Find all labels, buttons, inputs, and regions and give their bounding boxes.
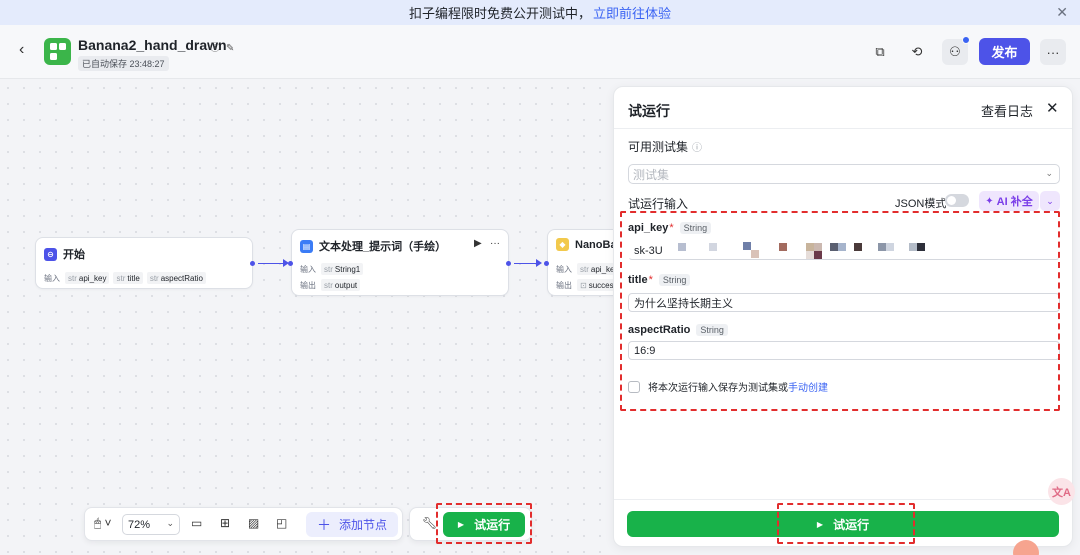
minimap-icon[interactable]: ◰ <box>276 516 287 530</box>
play-icon: ▶ <box>457 520 465 529</box>
edge-start-text <box>258 263 284 264</box>
run-input-label: 试运行输入 <box>628 197 689 211</box>
param-tag: str String1 <box>321 263 364 275</box>
edge-text-nano <box>514 263 536 264</box>
testset-placeholder: 测试集 <box>633 167 670 182</box>
mouse-mode-icon[interactable]: 🖱︎ ˅ <box>94 516 112 531</box>
save-testset-text: 将本次运行输入保存为测试集或 <box>648 383 788 394</box>
text-process-node[interactable]: ▤ 文本处理_提示词（手绘） ▶ ··· 输入 str String1 输出 st… <box>291 229 509 296</box>
autosave-status: 已自动保存 23:48:27 <box>78 56 169 71</box>
text-input-label: 输入 <box>300 264 316 274</box>
banner-link[interactable]: 立即前往体验 <box>593 3 671 22</box>
info-icon[interactable]: ⓘ <box>692 143 702 154</box>
edit-icon[interactable]: ✎ <box>226 43 234 54</box>
more-icon[interactable]: ··· <box>1040 39 1066 65</box>
info-icon[interactable]: ⓘ <box>210 43 220 54</box>
text-output-label: 输出 <box>300 280 316 290</box>
testset-select[interactable]: 测试集 ⌄ <box>628 164 1060 184</box>
canvas-toolbar: 🖱︎ ˅ 72% ⌄ ▭ ⊞ ▨ ◰ ＋添加节点 <box>84 507 403 541</box>
comment-icon[interactable]: ▭ <box>191 516 202 530</box>
text-input-port[interactable] <box>288 261 293 266</box>
canvas-run-button[interactable]: ▶ 试运行 <box>443 512 525 537</box>
ai-fill-dropdown[interactable]: ⌄ <box>1040 191 1060 211</box>
copy-icon[interactable]: ⧉ <box>867 39 893 65</box>
json-mode-toggle[interactable] <box>945 194 969 207</box>
text-node-icon: ▤ <box>300 239 313 253</box>
publish-button[interactable]: 发布 <box>979 38 1030 65</box>
start-output-port[interactable] <box>250 261 255 266</box>
banner-close-icon[interactable]: ✕ <box>1056 4 1068 21</box>
nanobanana-icon: ◆ <box>556 238 569 251</box>
start-input-label: 输入 <box>44 273 60 283</box>
zoom-select[interactable]: 72% ⌄ <box>122 514 180 535</box>
json-mode-label: JSON模式 <box>895 198 947 210</box>
test-run-panel: 试运行 查看日志 ✕ 可用测试集 ⓘ 测试集 ⌄ 试运行输入 JSON模式 ✦ AI… <box>613 86 1073 547</box>
assistant-icon[interactable]: 文A <box>1048 478 1075 505</box>
wrench-icon[interactable]: 🔧︎ <box>422 516 437 530</box>
close-icon[interactable]: ✕ <box>1046 99 1059 117</box>
chevron-down-icon: ⌄ <box>166 518 174 528</box>
text-output-port[interactable] <box>506 261 511 266</box>
nano-node-title: NanoBa <box>575 238 617 251</box>
save-testset-row: 将本次运行输入保存为测试集或 手动创建 <box>628 379 828 394</box>
nano-input-port[interactable] <box>544 261 549 266</box>
zoom-value: 72% <box>128 518 151 531</box>
start-icon: ⊖ <box>44 247 57 261</box>
image-icon[interactable]: ▨ <box>248 516 259 530</box>
aspect-ratio-label: aspectRatio String <box>628 324 728 336</box>
api-key-label: api_key * String <box>628 222 712 234</box>
layout-icon[interactable]: ⊞ <box>220 516 230 530</box>
view-log-button[interactable]: 查看日志 <box>981 101 1033 120</box>
manual-create-link[interactable]: 手动创建 <box>788 379 828 394</box>
notification-dot <box>962 36 970 44</box>
divider <box>614 128 1072 129</box>
run-node-icon[interactable]: ▶ <box>474 238 482 249</box>
param-tag: str aspectRatio <box>146 272 206 284</box>
param-tag: str api_ke <box>577 263 618 275</box>
panel-title: 试运行 <box>628 103 670 119</box>
param-tag: ⊡ succes <box>577 279 617 291</box>
chevron-down-icon: ⌄ <box>1045 168 1053 178</box>
nano-input-label: 输入 <box>556 264 572 274</box>
run-toolbar: 🔧︎ ▶ 试运行 <box>409 507 532 541</box>
panel-run-button[interactable]: ▶ 试运行 <box>627 511 1059 537</box>
banner-text: 扣子编程限时免费公开测试中， <box>408 6 591 21</box>
ai-fill-button[interactable]: ✦ AI 补全 <box>979 191 1039 211</box>
divider <box>614 499 1072 500</box>
plus-icon: ＋ <box>316 516 331 533</box>
save-testset-checkbox[interactable] <box>628 380 640 393</box>
text-node-title: 文本处理_提示词（手绘） <box>319 241 447 253</box>
start-node-title: 开始 <box>63 249 85 261</box>
play-icon: ▶ <box>816 519 824 529</box>
workflow-canvas[interactable]: ⊖ 开始 输入 str api_key str title str aspectRat… <box>0 80 627 555</box>
header: ‹ Banana2_hand_drawn ⓘ ✎ 已自动保存 23:48:27 ⧉… <box>0 25 1080 79</box>
add-node-button[interactable]: ＋添加节点 <box>306 512 398 537</box>
back-icon[interactable]: ‹ <box>19 41 24 59</box>
nano-output-label: 输出 <box>556 280 572 290</box>
aspect-ratio-input[interactable]: 16:9 <box>628 341 1060 360</box>
node-more-icon[interactable]: ··· <box>490 238 500 249</box>
param-tag: str output <box>321 279 361 291</box>
title-input[interactable]: 为什么坚持长期主义 <box>628 293 1060 312</box>
announcement-banner: 扣子编程限时免费公开测试中， 立即前往体验 ✕ <box>0 0 1080 25</box>
start-node[interactable]: ⊖ 开始 输入 str api_key str title str aspectRat… <box>35 237 253 289</box>
app-title: Banana2_hand_drawn <box>78 37 227 53</box>
testset-label: 可用测试集 ⓘ <box>628 140 703 154</box>
title-label: title * String <box>628 274 691 286</box>
edge-arrow <box>536 259 542 267</box>
history-icon[interactable]: ⟲ <box>904 39 930 65</box>
collaborators-icon[interactable]: ⚇ <box>942 36 970 65</box>
param-tag: str title <box>113 272 143 284</box>
sparkle-icon: ✦ <box>985 195 994 207</box>
app-logo <box>44 38 71 65</box>
param-tag: str api_key <box>65 272 110 284</box>
